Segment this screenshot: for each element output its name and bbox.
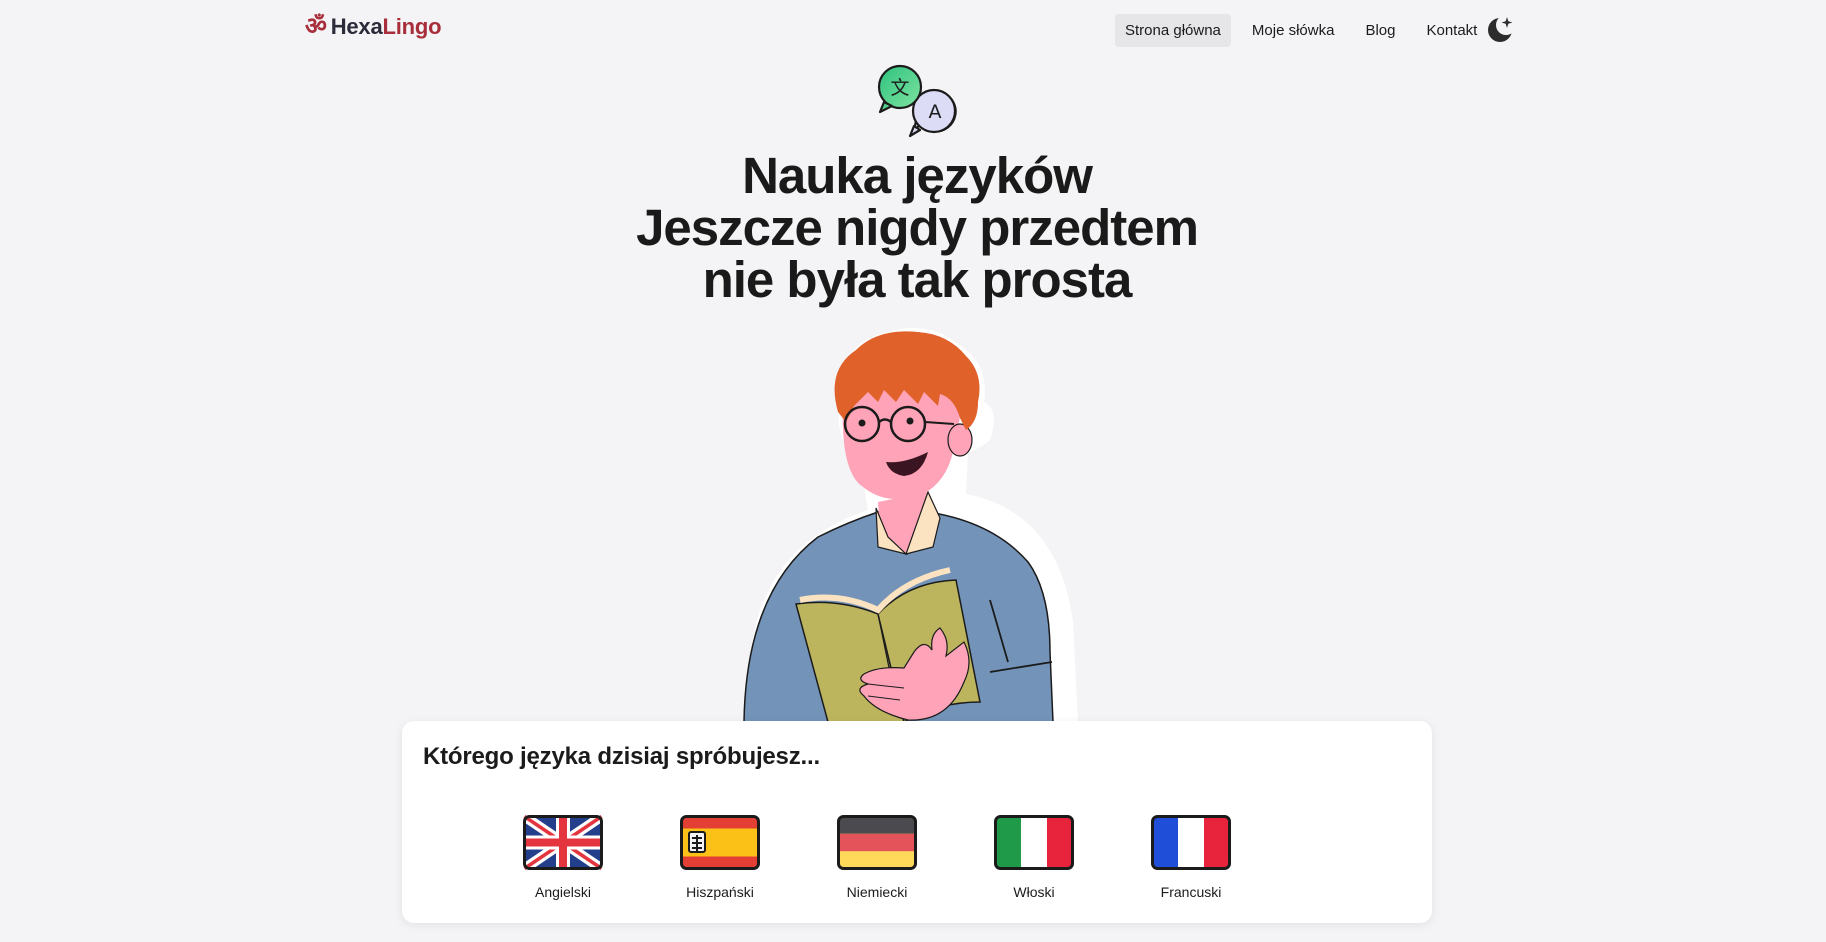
language-option-spanish[interactable]: Hiszpański <box>660 815 780 900</box>
nav-item-home[interactable]: Strona główna <box>1115 14 1231 47</box>
spain-flag-icon <box>680 815 760 870</box>
language-label-german: Niemiecki <box>846 884 908 900</box>
language-picker-card: Którego języka dzisiaj spróbujesz... Ang… <box>402 721 1432 923</box>
nav-item-contact[interactable]: Kontakt <box>1416 14 1487 47</box>
language-label-french: Francuski <box>1160 884 1222 900</box>
france-flag-icon <box>1151 815 1231 870</box>
brand-name-prefix: Hexa <box>330 14 383 39</box>
headline-line-1: Nauka języków <box>742 147 1093 204</box>
om-logo-icon: ॐ <box>305 13 327 40</box>
nav-item-my-words[interactable]: Moje słówka <box>1242 14 1345 47</box>
headline-line-2: Jeszcze nigdy przedtem <box>636 199 1199 256</box>
translate-bubbles-icon: 文 A <box>877 64 957 138</box>
headline-line-3: nie była tak prosta <box>702 251 1133 308</box>
main-nav: Strona główna Moje słówka Blog Kontakt <box>1115 14 1498 47</box>
moon-star-icon[interactable] <box>1485 13 1517 45</box>
language-label-english: Angielski <box>534 884 592 900</box>
italy-flag-icon <box>994 815 1074 870</box>
uk-flag-icon <box>523 815 603 870</box>
brand-logo[interactable]: ॐ HexaLingo <box>305 13 442 40</box>
language-option-german[interactable]: Niemiecki <box>817 815 937 900</box>
nav-item-blog[interactable]: Blog <box>1355 14 1405 47</box>
language-picker-title: Którego języka dzisiaj spróbujesz... <box>423 743 820 770</box>
brand-name-suffix: Lingo <box>382 14 442 39</box>
language-option-italian[interactable]: Włoski <box>974 815 1094 900</box>
hero-headline: Nauka języków Jeszcze nigdy przedtem nie… <box>0 150 1826 306</box>
student-reading-illustration <box>743 328 1078 722</box>
language-label-italian: Włoski <box>1013 884 1055 900</box>
hero-icon-glyph-2: A <box>929 101 942 123</box>
germany-flag-icon <box>837 815 917 870</box>
language-option-french[interactable]: Francuski <box>1131 815 1251 900</box>
language-label-spanish: Hiszpański <box>686 884 754 900</box>
language-option-english[interactable]: Angielski <box>503 815 623 900</box>
hero-icon-glyph-1: 文 <box>890 77 909 99</box>
